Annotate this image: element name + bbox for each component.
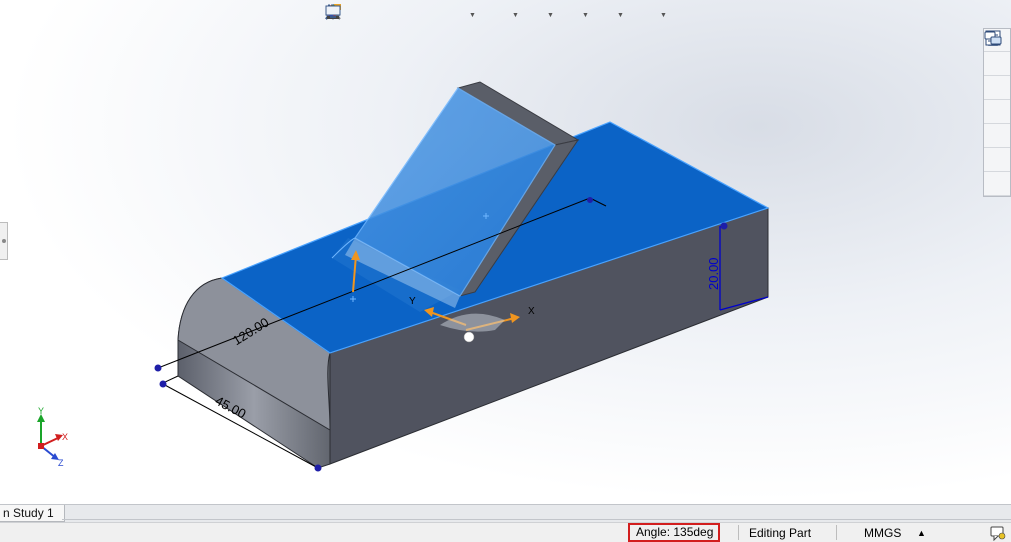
section-view-icon[interactable] <box>327 4 418 26</box>
feature-manager-collapse-handle[interactable] <box>0 222 8 260</box>
axis-y-label: Y <box>38 406 44 416</box>
edit-appearance-caret[interactable]: ▼ <box>581 4 590 26</box>
triad-x-label: X <box>528 306 535 317</box>
tab-study-1[interactable]: n Study 1 <box>0 505 65 522</box>
status-units[interactable]: MMGS <box>864 524 901 542</box>
status-angle: Angle: 135deg <box>628 523 720 542</box>
zoom-to-area-icon[interactable] <box>325 4 370 26</box>
view-settings-caret[interactable]: ▼ <box>659 4 668 26</box>
status-editing-mode: Editing Part <box>749 526 812 540</box>
custom-properties-icon[interactable] <box>984 30 1010 172</box>
axis-x-label: X <box>62 432 68 442</box>
hide-show-items-icon[interactable] <box>325 4 544 26</box>
display-style-icon[interactable] <box>326 4 509 26</box>
model-canvas[interactable]: 120.00 45.00 20.00 X Y Y X Z <box>0 0 1011 504</box>
triad-handle[interactable] <box>463 331 475 343</box>
edit-appearance-icon[interactable] <box>326 4 579 26</box>
task-pane <box>983 28 1011 197</box>
view-settings-icon[interactable] <box>325 4 657 26</box>
dynamic-annotation-icon[interactable] <box>325 4 442 26</box>
apply-scene-caret[interactable]: ▼ <box>616 4 625 26</box>
design-library-icon[interactable] <box>984 31 1010 76</box>
axis-z-label: Z <box>58 458 64 468</box>
view-orientation-icon[interactable] <box>327 4 466 26</box>
quick-tips-icon[interactable] <box>989 525 1007 542</box>
view-palette-icon[interactable] <box>984 31 1010 124</box>
triad-y-label: Y <box>409 296 416 307</box>
forum-icon[interactable] <box>984 31 1010 196</box>
reference-triad: Y X Z <box>37 406 68 468</box>
status-bar: Angle: 135deg Editing Part MMGS ▲ <box>0 522 1011 542</box>
heads-up-view-toolbar: ▼ ▼ ▼ ▼ ▼ ▼ <box>324 3 668 27</box>
view-orientation-caret[interactable]: ▼ <box>468 4 477 26</box>
previous-view-icon[interactable] <box>325 4 394 26</box>
graphics-area[interactable]: 120.00 45.00 20.00 X Y Y X Z ▼ ▼ ▼ ▼ ▼ ▼ <box>0 0 1011 504</box>
hide-show-caret[interactable]: ▼ <box>546 4 555 26</box>
apply-scene-icon[interactable] <box>327 4 614 26</box>
height-dimension[interactable]: 20.00 <box>706 257 721 290</box>
model-tabs-bar: n Study 1 <box>0 504 1011 522</box>
units-caret-icon[interactable]: ▲ <box>917 524 926 542</box>
file-explorer-icon[interactable] <box>984 33 1010 100</box>
appearances-scenes-icon[interactable] <box>984 31 1010 148</box>
display-style-caret[interactable]: ▼ <box>511 4 520 26</box>
